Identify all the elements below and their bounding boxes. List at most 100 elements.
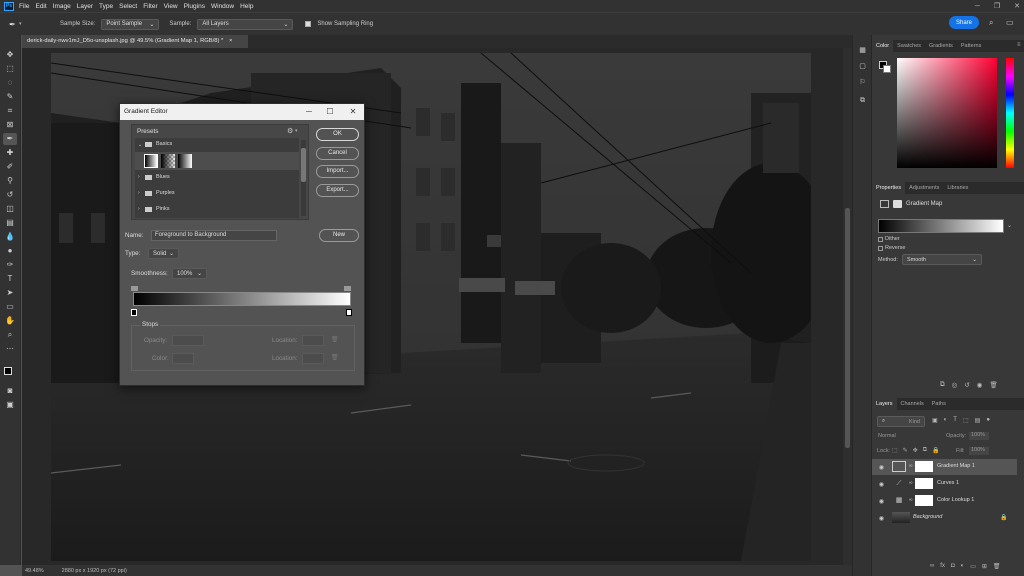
artboard-panel-icon[interactable]: ⧉	[857, 95, 868, 106]
color-picker-field[interactable]	[897, 58, 997, 168]
ok-button[interactable]: OK	[316, 128, 359, 141]
cancel-button[interactable]: Cancel	[316, 147, 359, 160]
import-button[interactable]: Import...	[316, 165, 359, 178]
new-adjustment-icon[interactable]: ◐	[961, 563, 965, 570]
visibility-eye-icon[interactable]: ◉	[877, 515, 886, 522]
history-panel-icon[interactable]: ▦	[857, 45, 868, 56]
mask-icon[interactable]	[893, 200, 902, 208]
menu-select[interactable]: Select	[119, 3, 137, 10]
new-group-icon[interactable]: ▭	[970, 563, 976, 570]
lock-transparent-icon[interactable]: ⬚	[892, 447, 898, 454]
color-stop-left[interactable]	[131, 309, 137, 316]
learn-panel-icon[interactable]: ⚐	[857, 77, 868, 88]
menu-type[interactable]: Type	[99, 3, 113, 10]
share-button[interactable]: Share	[949, 16, 979, 29]
gradient-bar[interactable]	[133, 292, 351, 306]
new-layer-icon[interactable]: ⊞	[982, 563, 987, 570]
tab-paths[interactable]: Paths	[928, 398, 950, 410]
zoom-level[interactable]: 49.48%	[25, 568, 44, 574]
menu-view[interactable]: View	[164, 3, 178, 10]
gradient-name-input[interactable]: Foreground to Background	[151, 230, 277, 241]
chain-link-icon[interactable]: ∞	[909, 497, 913, 503]
filter-toggle-icon[interactable]: ●	[986, 417, 990, 424]
marquee-tool-icon[interactable]: ⬚	[3, 63, 17, 75]
dialog-titlebar[interactable]: Gradient Editor ─ ☐ ✕	[120, 104, 364, 120]
eyedropper-tool-icon[interactable]: ✒	[3, 133, 17, 145]
tool-preset-chevron-icon[interactable]: ▾	[19, 21, 22, 27]
hand-tool-icon[interactable]: ✋	[3, 315, 17, 327]
preset-fg-to-transparent[interactable]	[161, 154, 175, 168]
color-stop-right[interactable]	[346, 309, 352, 316]
smoothness-dropdown[interactable]: 100% ⌄	[172, 268, 207, 279]
lock-position-icon[interactable]: ✥	[913, 447, 918, 454]
history-brush-tool-icon[interactable]: ↺	[3, 189, 17, 201]
type-tool-icon[interactable]: T	[3, 273, 17, 285]
close-tab-icon[interactable]: ×	[229, 38, 232, 44]
dialog-minimize-icon[interactable]: ─	[298, 104, 320, 120]
layer-gradient-map[interactable]: ∞ Gradient Map 1	[888, 459, 1022, 474]
preset-black-to-white[interactable]	[178, 154, 192, 168]
folder-expand-icon[interactable]: ⌄	[138, 142, 142, 148]
tab-gradients[interactable]: Gradients	[925, 40, 957, 52]
tab-adjustments[interactable]: Adjustments	[905, 182, 943, 194]
export-button[interactable]: Export...	[316, 184, 359, 197]
panel-menu-icon[interactable]: ≡	[1017, 42, 1021, 48]
presets-settings-icon[interactable]: ⚙	[287, 127, 293, 135]
folder-name[interactable]: Blues	[156, 174, 170, 180]
menu-file[interactable]: File	[19, 3, 29, 10]
eraser-tool-icon[interactable]: ◫	[3, 203, 17, 215]
delete-icon[interactable]: 🗑	[989, 381, 997, 389]
vertical-scroll-thumb[interactable]	[845, 208, 850, 448]
filter-pixel-icon[interactable]: ▣	[932, 417, 938, 424]
layer-curves[interactable]: ⟋ ∞ Curves 1	[888, 476, 1022, 491]
fx-icon[interactable]: fx	[940, 563, 945, 570]
clip-to-layer-icon[interactable]: ⧉	[940, 381, 945, 389]
workspace-icon[interactable]: ▭	[1006, 18, 1014, 27]
move-tool-icon[interactable]: ✥	[3, 49, 17, 61]
gradient-dropdown-icon[interactable]: ⌄	[1007, 222, 1012, 229]
menu-layer[interactable]: Layer	[77, 3, 93, 10]
filter-shape-icon[interactable]: ⬚	[963, 417, 969, 424]
menu-filter[interactable]: Filter	[143, 3, 157, 10]
menu-plugins[interactable]: Plugins	[184, 3, 205, 10]
quick-select-tool-icon[interactable]: ✎	[3, 91, 17, 103]
layer-mask-thumb[interactable]	[915, 478, 933, 489]
path-select-tool-icon[interactable]: ➤	[3, 287, 17, 299]
folder-expand-icon[interactable]: ›	[138, 174, 140, 180]
visibility-icon[interactable]: ◉	[977, 381, 983, 389]
menu-image[interactable]: Image	[53, 3, 71, 10]
quick-mask-icon[interactable]: ◙	[3, 385, 17, 397]
dodge-tool-icon[interactable]: ●	[3, 245, 17, 257]
folder-name[interactable]: Purples	[156, 190, 175, 196]
close-window-icon[interactable]: ✕	[1014, 2, 1020, 10]
menu-edit[interactable]: Edit	[35, 3, 46, 10]
menu-help[interactable]: Help	[240, 3, 253, 10]
reverse-checkbox[interactable]	[878, 246, 883, 251]
chain-link-icon[interactable]: ∞	[909, 463, 913, 469]
stamp-tool-icon[interactable]: ⚲	[3, 175, 17, 187]
folder-name[interactable]: Pinks	[156, 206, 169, 212]
method-dropdown[interactable]: Smooth ⌄	[902, 254, 982, 265]
blur-tool-icon[interactable]: 💧	[3, 231, 17, 243]
link-layers-icon[interactable]: ∞	[930, 563, 934, 570]
tab-libraries[interactable]: Libraries	[943, 182, 972, 194]
pen-tool-icon[interactable]: ✑	[3, 259, 17, 271]
dialog-close-icon[interactable]: ✕	[342, 104, 364, 120]
folder-expand-icon[interactable]: ›	[138, 206, 140, 212]
filter-smart-icon[interactable]: ▤	[975, 417, 981, 424]
sample-size-dropdown[interactable]: Point Sample ⌄	[101, 18, 160, 30]
gradient-map-preview[interactable]	[878, 219, 1004, 233]
folder-name[interactable]: Basics	[156, 141, 172, 147]
more-tools-icon[interactable]: ⋯	[3, 343, 17, 355]
filter-type-icon[interactable]: T	[953, 417, 957, 424]
gradient-tool-icon[interactable]: ▤	[3, 217, 17, 229]
folder-expand-icon[interactable]: ›	[138, 190, 140, 196]
menu-window[interactable]: Window	[211, 3, 234, 10]
layer-background[interactable]: Background 🔒	[888, 510, 1022, 525]
hue-slider[interactable]	[1006, 58, 1014, 168]
dither-checkbox[interactable]	[878, 237, 883, 242]
presets-scroll-thumb[interactable]	[301, 148, 306, 182]
layer-mask-thumb[interactable]	[915, 461, 933, 472]
comments-panel-icon[interactable]: ▢	[857, 61, 868, 72]
tab-patterns[interactable]: Patterns	[957, 40, 985, 52]
